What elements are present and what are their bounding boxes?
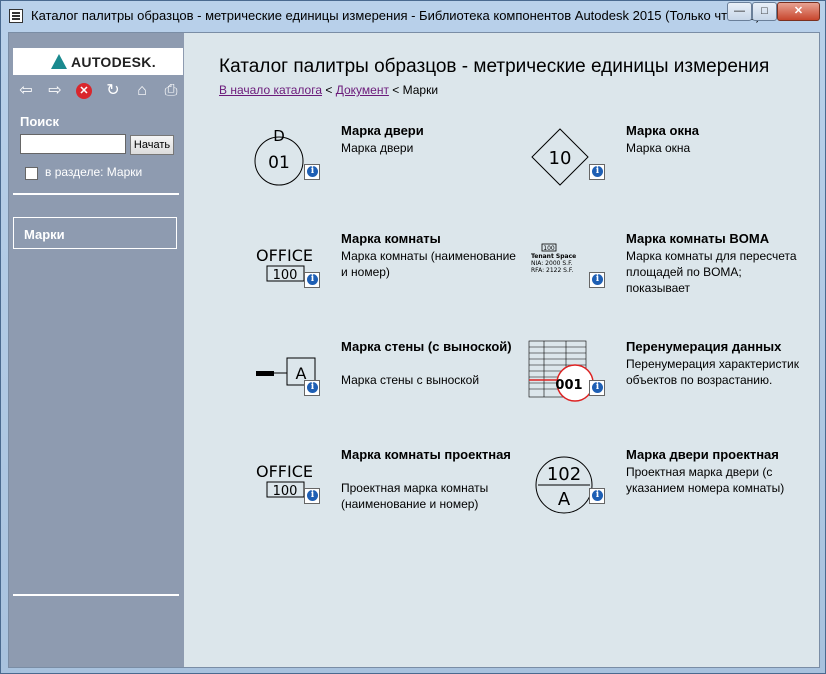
item-description: Марка стены с выноской: [341, 373, 480, 387]
door-tag-number: 01: [268, 153, 290, 173]
breadcrumb-home-link[interactable]: В начало каталога: [219, 83, 322, 97]
sidebar-divider: [13, 193, 179, 195]
autodesk-logo-icon: [51, 54, 67, 69]
sidebar-item-marks[interactable]: Марки: [13, 217, 177, 249]
item-design-door-tag[interactable]: 102 A Марка двери проектная Проектная ма…: [526, 447, 816, 547]
search-button[interactable]: Начать: [130, 135, 174, 155]
renumber-number: 001: [555, 378, 582, 393]
breadcrumb-separator: <: [388, 83, 403, 97]
boma-tag-thumbnail[interactable]: 100 Tenant Space NIA: 2000 S.F. RFA: 212…: [526, 231, 616, 311]
app-window: Каталог палитры образцов - метрические е…: [0, 0, 826, 674]
window-tag-thumbnail[interactable]: 10: [526, 123, 616, 203]
logo-text: AUTODESK.: [71, 54, 156, 70]
stop-icon[interactable]: ✕: [76, 83, 92, 99]
wall-tag-thumbnail[interactable]: A: [241, 339, 331, 419]
window-title: Каталог палитры образцов - метрические е…: [31, 8, 761, 23]
breadcrumb-document-link[interactable]: Документ: [336, 83, 389, 97]
boma-line: RFA: 2122 S.F.: [531, 267, 573, 274]
info-icon[interactable]: [304, 488, 320, 504]
forward-arrow-icon[interactable]: ⇨: [45, 81, 65, 101]
refresh-icon[interactable]: ↻: [103, 81, 123, 101]
item-title[interactable]: Марка стены (с выноской): [341, 339, 516, 355]
info-icon[interactable]: [589, 164, 605, 180]
search-label: Поиск: [20, 114, 60, 129]
sidebar: AUTODESK. ⇦ ⇨ ✕ ↻ ⌂ ⎙ Поиск Начать в раз…: [9, 33, 184, 667]
item-design-room-tag[interactable]: OFFICE 100 Марка комнаты проектная Проек…: [241, 447, 531, 547]
design-door-tag-thumbnail[interactable]: 102 A: [526, 447, 616, 527]
info-icon[interactable]: [589, 488, 605, 504]
info-icon[interactable]: [304, 164, 320, 180]
item-title[interactable]: Марка двери проектная: [626, 447, 801, 463]
item-description: Марка двери: [341, 141, 414, 155]
main-content: Каталог палитры образцов - метрические е…: [184, 33, 819, 667]
close-button[interactable]: ✕: [777, 2, 820, 21]
title-bar[interactable]: Каталог палитры образцов - метрические е…: [1, 1, 825, 31]
design-door-number: 102: [547, 464, 581, 485]
room-name: OFFICE: [256, 462, 313, 481]
room-tag-thumbnail[interactable]: OFFICE 100: [241, 231, 331, 311]
window-tag-number: 10: [549, 148, 572, 169]
room-number: 100: [273, 268, 298, 283]
breadcrumb: В начало каталога < Документ < Марки: [219, 83, 438, 97]
info-icon[interactable]: [589, 272, 605, 288]
item-room-tag[interactable]: OFFICE 100 Марка комнаты Марка комнаты (…: [241, 231, 531, 331]
info-icon[interactable]: [304, 380, 320, 396]
autodesk-logo: AUTODESK.: [13, 48, 183, 75]
item-description: Перенумерация характеристик объектов по …: [626, 357, 799, 387]
item-description: Марка комнаты (наименование и номер): [341, 249, 516, 279]
search-input[interactable]: [20, 134, 126, 154]
item-description: Проектная марка двери (с указанием номер…: [626, 465, 785, 495]
item-door-tag[interactable]: D 01 Марка двери Марка двери: [241, 123, 531, 223]
breadcrumb-current: Марки: [402, 83, 439, 97]
page-title: Каталог палитры образцов - метрические е…: [219, 56, 770, 77]
scope-label: в разделе: Марки: [45, 165, 143, 179]
item-renumber-data[interactable]: 001 Перенумерация данных Перенумерация х…: [526, 339, 816, 439]
sidebar-divider-bottom: [13, 594, 179, 596]
renumber-thumbnail[interactable]: 001: [526, 339, 616, 419]
item-title[interactable]: Марка комнаты проектная: [341, 447, 516, 463]
nav-toolbar: ⇦ ⇨ ✕ ↻ ⌂ ⎙: [13, 78, 183, 104]
item-title[interactable]: Марка комнаты: [341, 231, 516, 247]
minimize-button[interactable]: —: [727, 2, 752, 21]
app-icon[interactable]: [9, 9, 23, 23]
item-description: Проектная марка комнаты (наименование и …: [341, 481, 489, 511]
item-boma-room-tag[interactable]: 100 Tenant Space NIA: 2000 S.F. RFA: 212…: [526, 231, 816, 331]
back-arrow-icon[interactable]: ⇦: [16, 81, 36, 101]
door-tag-thumbnail[interactable]: D 01: [241, 123, 331, 203]
breadcrumb-separator: <: [322, 83, 336, 97]
boma-number: 100: [543, 245, 555, 252]
room-number: 100: [273, 484, 298, 499]
boma-line: Tenant Space: [531, 253, 576, 260]
item-window-tag[interactable]: 10 Марка окна Марка окна: [526, 123, 816, 223]
item-title[interactable]: Марка двери: [341, 123, 516, 139]
item-wall-tag[interactable]: A Марка стены (с выноской) Марка стены с…: [241, 339, 531, 439]
home-icon[interactable]: ⌂: [132, 81, 152, 101]
item-title[interactable]: Марка комнаты BOMA: [626, 231, 801, 247]
scope-checkbox[interactable]: [25, 167, 38, 180]
client-area: AUTODESK. ⇦ ⇨ ✕ ↻ ⌂ ⎙ Поиск Начать в раз…: [8, 32, 820, 668]
design-room-tag-thumbnail[interactable]: OFFICE 100: [241, 447, 331, 527]
item-description: Марка комнаты для пересчета площадей по …: [626, 249, 797, 295]
print-icon[interactable]: ⎙: [161, 81, 181, 101]
room-name: OFFICE: [256, 246, 313, 265]
item-description: Марка окна: [626, 141, 691, 155]
item-title[interactable]: Перенумерация данных: [626, 339, 801, 355]
info-icon[interactable]: [589, 380, 605, 396]
door-tag-letter: D: [273, 127, 285, 145]
info-icon[interactable]: [304, 272, 320, 288]
maximize-button[interactable]: □: [752, 2, 777, 21]
sidebar-item-label: Марки: [24, 227, 65, 242]
item-title[interactable]: Марка окна: [626, 123, 801, 139]
design-door-letter: A: [558, 489, 571, 510]
boma-line: NIA: 2000 S.F.: [531, 260, 573, 267]
